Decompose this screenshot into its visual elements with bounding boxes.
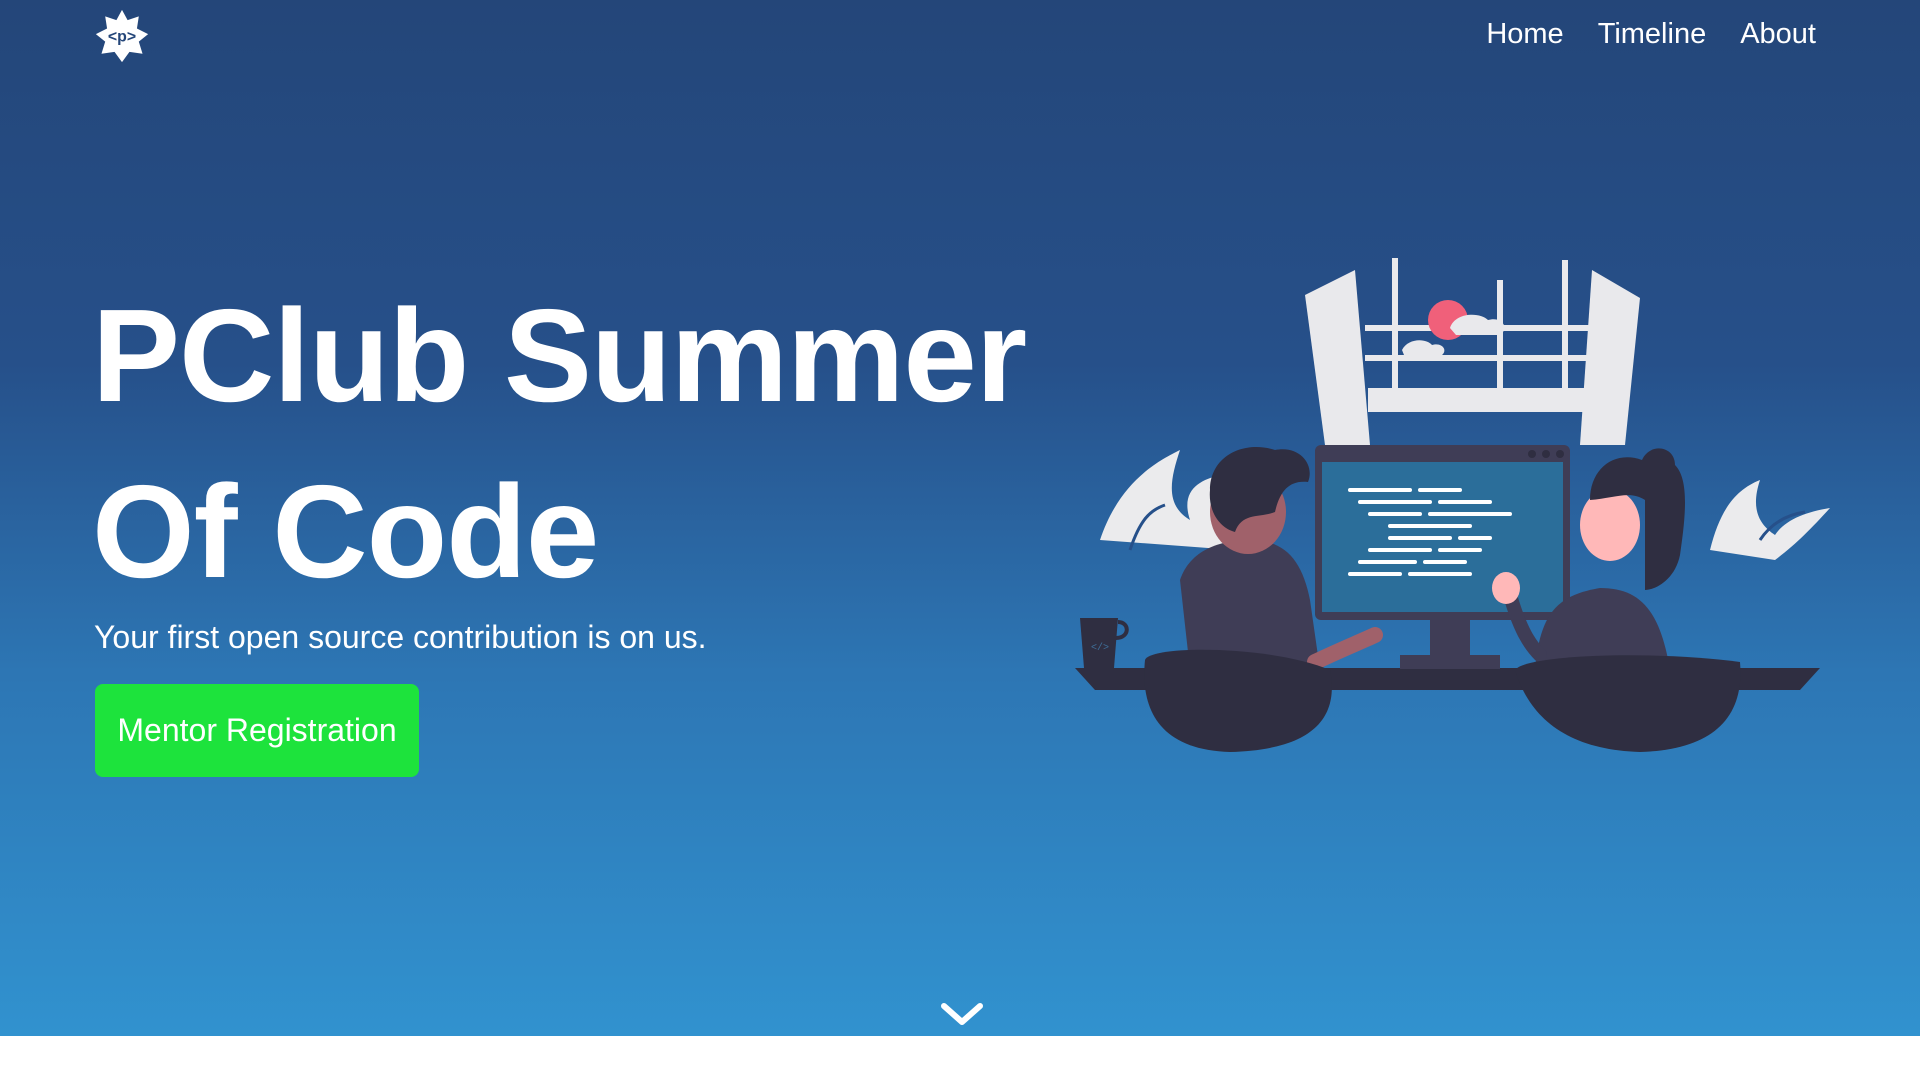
mentor-registration-button[interactable]: Mentor Registration [95,684,419,777]
chevron-down-icon[interactable] [938,998,986,1030]
hero-title: PClub Summer Of Code [92,282,1027,605]
mug-code-text: </> [1091,642,1109,654]
hero-subtitle: Your first open source contribution is o… [94,619,707,655]
window-icon [1305,258,1640,445]
nav-link-about[interactable]: About [1740,14,1816,54]
two-people-coding-illustration: </> [1075,258,1830,752]
plant-right-icon [1710,480,1830,560]
code-tag-logo-icon[interactable]: <p> [94,8,150,64]
top-nav: Home Timeline About [1486,14,1816,54]
logo-text: <p> [108,29,136,46]
coffee-mug-icon: </> [1080,618,1129,668]
nav-link-home[interactable]: Home [1486,14,1563,54]
nav-link-timeline[interactable]: Timeline [1598,14,1707,54]
hero-section: <p> Home Timeline About PClub Summer Of … [0,0,1920,1036]
